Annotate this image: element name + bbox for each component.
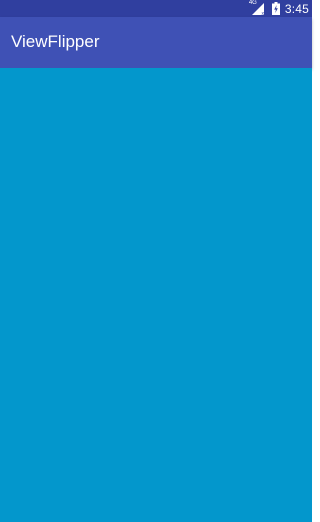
- svg-text:x: x: [261, 11, 264, 16]
- view-flipper-content[interactable]: [0, 68, 312, 522]
- battery-charging-icon: [271, 2, 280, 15]
- signal-icon: 4G x: [248, 0, 267, 16]
- app-screen: 4G x 3:45 ViewFlipper: [0, 0, 312, 522]
- toolbar-title: ViewFlipper: [11, 32, 100, 51]
- status-clock: 3:45: [284, 1, 309, 16]
- app-toolbar: ViewFlipper: [0, 17, 312, 68]
- status-bar: 4G x 3:45: [0, 0, 312, 17]
- status-icons: 4G x 3:45: [248, 0, 309, 17]
- network-type-label: 4G: [248, 0, 257, 6]
